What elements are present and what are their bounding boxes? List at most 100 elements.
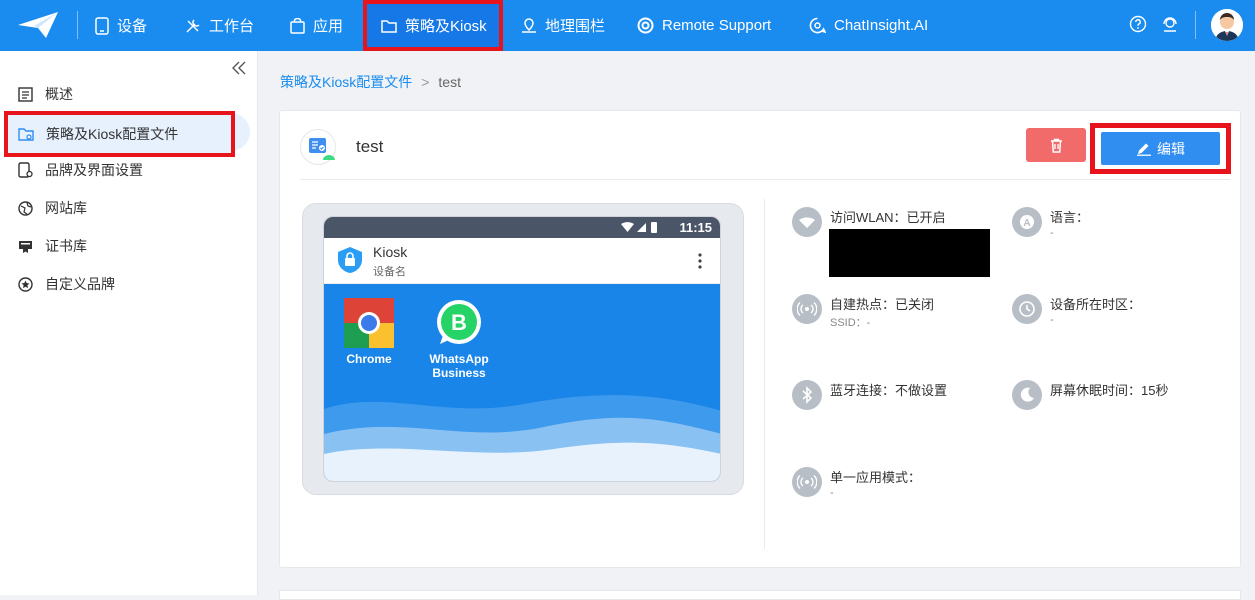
hotspot-icon <box>792 294 822 324</box>
lifebuoy-icon <box>637 17 654 34</box>
device-preview: 11:15 Kiosk 设备名 Chrome B WhatsApp Busine… <box>302 203 744 495</box>
device-home-screen: Chrome B WhatsApp Business <box>324 284 720 481</box>
breadcrumb-current: test <box>438 74 461 90</box>
setting-label: 设备所在时区： <box>1050 297 1142 312</box>
star-icon <box>18 276 33 292</box>
profile-detail-card: test 编辑 11:15 Kiosk 设备名 Chrome B WhatsAp… <box>279 110 1241 568</box>
device-status-bar: 11:15 <box>324 217 720 238</box>
signal-battery-icon <box>621 222 657 233</box>
setting-label: 语言： <box>1050 210 1090 225</box>
nav-item-policy-kiosk[interactable]: 策略及Kiosk <box>363 0 503 51</box>
profile-title: test <box>356 137 384 156</box>
app-bag-icon <box>290 17 305 34</box>
chat-ai-icon <box>809 17 826 34</box>
sidebar: 概述 策略及Kiosk配置文件 品牌及界面设置 网站库 证书库 自定义品牌 <box>0 51 258 595</box>
help-icon[interactable] <box>1129 15 1147 33</box>
nav-label: Remote Support <box>662 17 772 34</box>
tools-icon <box>186 18 200 33</box>
overview-icon <box>18 86 33 102</box>
trash-icon <box>1050 138 1062 153</box>
kiosk-subtitle: 设备名 <box>373 266 406 278</box>
airdroid-logo-icon[interactable] <box>16 9 60 41</box>
nav-item-workbench[interactable]: 工作台 <box>185 0 254 51</box>
profile-icon <box>300 129 336 165</box>
chrome-icon <box>344 298 394 348</box>
user-avatar[interactable] <box>1211 9 1243 41</box>
sidebar-item-custom-brand[interactable]: 自定义品牌 <box>0 265 258 303</box>
setting-label: 蓝牙连接：不做设置 <box>830 383 948 398</box>
edit-button-highlight: 编辑 <box>1090 123 1231 174</box>
setting-label: 屏幕休眠时间：15秒 <box>1050 383 1169 398</box>
breadcrumb-parent-link[interactable]: 策略及Kiosk配置文件 <box>280 72 412 92</box>
sidebar-item-branding[interactable]: 品牌及界面设置 <box>0 151 258 189</box>
device-clock: 11:15 <box>679 220 712 235</box>
sidebar-item-label: 概述 <box>45 86 73 102</box>
breadcrumb-separator: > <box>421 74 430 90</box>
app-chrome[interactable]: Chrome <box>327 298 411 366</box>
kiosk-app-bar: Kiosk 设备名 <box>324 238 720 284</box>
folder-config-icon <box>18 127 34 141</box>
setting-value: - <box>1050 314 1054 326</box>
sidebar-item-label: 网站库 <box>45 200 87 216</box>
sidebar-item-label: 策略及Kiosk配置文件 <box>46 126 179 142</box>
redacted-region <box>829 229 990 277</box>
setting-label: 单一应用模式： <box>830 470 922 485</box>
app-whatsapp-business[interactable]: B WhatsApp Business <box>417 298 501 380</box>
divider <box>300 179 1230 180</box>
folder-icon <box>381 19 397 33</box>
moon-icon <box>1012 380 1042 410</box>
top-navigation-bar: 设备 工作台 应用 策略及Kiosk 地理围栏 Remote Support C… <box>0 0 1255 51</box>
nav-item-chatinsight[interactable]: ChatInsight.AI <box>809 0 928 51</box>
more-vertical-icon[interactable] <box>698 252 702 270</box>
sidebar-item-label: 自定义品牌 <box>45 276 115 292</box>
breadcrumb: 策略及Kiosk配置文件 > test <box>280 72 461 92</box>
nav-label: 应用 <box>313 18 344 35</box>
wifi-icon <box>792 207 822 237</box>
kiosk-lock-icon <box>338 247 362 273</box>
avatar-icon <box>1211 9 1243 41</box>
nav-item-apps[interactable]: 应用 <box>290 0 343 51</box>
wave-decoration <box>324 395 720 481</box>
nav-label: 设备 <box>117 18 148 35</box>
android-policy-icon <box>309 138 335 160</box>
sidebar-item-certificates[interactable]: 证书库 <box>0 227 258 265</box>
nav-divider <box>77 11 78 39</box>
device-screen: 11:15 Kiosk 设备名 Chrome B WhatsApp Busine… <box>323 216 721 482</box>
sidebar-item-web-library[interactable]: 网站库 <box>0 189 258 227</box>
setting-value: SSID：- <box>830 317 871 329</box>
setting-value: - <box>830 487 834 499</box>
bluetooth-icon <box>792 380 822 410</box>
clock-icon <box>1012 294 1042 324</box>
tablet-icon <box>95 16 109 35</box>
edit-button-label: 编辑 <box>1157 140 1185 157</box>
nav-item-devices[interactable]: 设备 <box>95 0 147 51</box>
delete-button[interactable] <box>1026 128 1086 162</box>
svg-text:A: A <box>1023 218 1030 229</box>
collapse-sidebar-icon[interactable] <box>231 61 247 75</box>
setting-label: 自建热点：已关闭 <box>830 297 935 312</box>
support-agent-icon[interactable] <box>1161 15 1179 33</box>
sidebar-item-label: 品牌及界面设置 <box>45 162 143 178</box>
nav-item-geofence[interactable]: 地理围栏 <box>521 0 605 51</box>
nav-label: ChatInsight.AI <box>834 17 929 34</box>
single-app-icon <box>792 467 822 497</box>
vertical-divider <box>764 199 765 549</box>
web-library-icon <box>18 200 33 216</box>
whatsapp-business-icon: B <box>437 300 481 344</box>
app-label-line2: Business <box>432 366 486 380</box>
certificate-icon <box>19 240 32 253</box>
kiosk-title: Kiosk <box>373 244 408 260</box>
nav-label: 策略及Kiosk <box>405 18 487 35</box>
app-label: Chrome <box>346 352 392 366</box>
edit-button[interactable]: 编辑 <box>1101 132 1220 165</box>
nav-label: 工作台 <box>209 18 255 35</box>
language-icon: A <box>1012 207 1042 237</box>
secondary-card <box>279 590 1241 600</box>
brand-device-icon <box>18 162 33 178</box>
sidebar-item-label: 证书库 <box>45 238 87 254</box>
pencil-icon <box>1137 143 1151 156</box>
setting-value: - <box>1050 227 1054 239</box>
sidebar-item-overview[interactable]: 概述 <box>0 75 258 113</box>
nav-item-remote-support[interactable]: Remote Support <box>637 0 771 51</box>
setting-label: 访问WLAN：已开启 <box>830 210 946 225</box>
